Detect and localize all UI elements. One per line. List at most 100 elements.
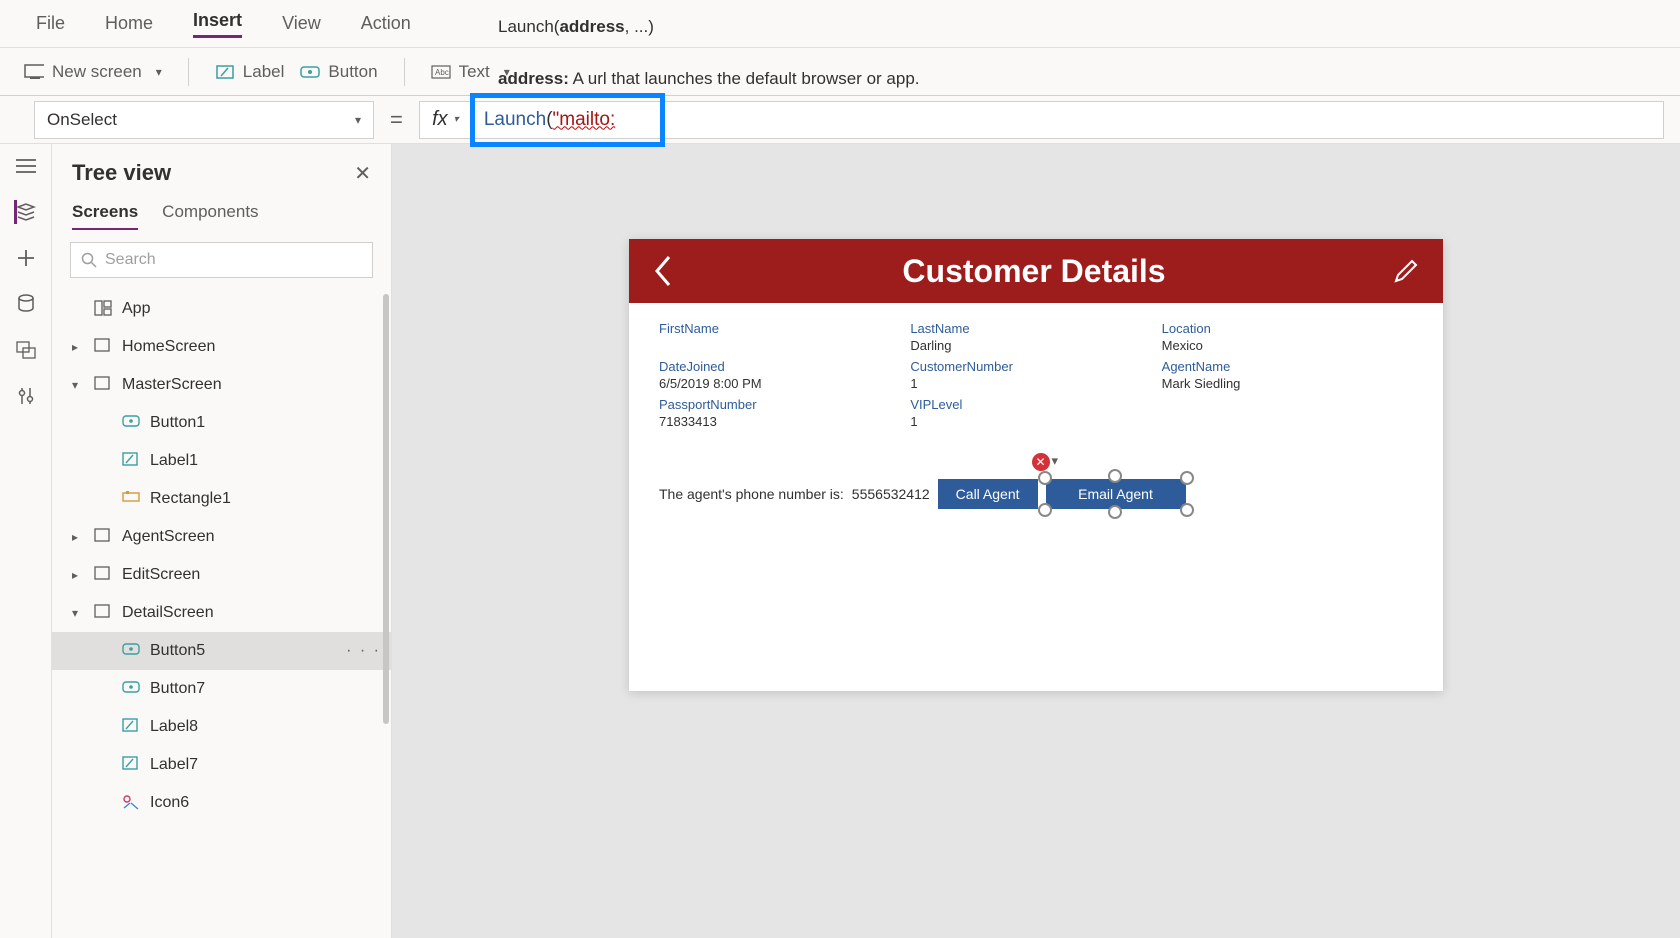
search-input[interactable]: Search [70, 242, 373, 278]
tree-item-label: Icon6 [150, 794, 189, 812]
tree-item-rectangle1[interactable]: Rectangle1 [52, 480, 391, 518]
app-title: Customer Details [902, 253, 1165, 290]
hamburger-icon[interactable] [14, 154, 38, 178]
caret-icon[interactable]: ▸ [72, 568, 84, 582]
details-form: FirstName LastNameDarling LocationMexico… [629, 303, 1443, 527]
left-rail [0, 144, 52, 938]
workspace: Tree view ✕ Screens Components Search Ap… [0, 144, 1680, 938]
separator [404, 58, 405, 86]
close-icon[interactable]: ✕ [354, 161, 371, 186]
button-icon [122, 642, 140, 660]
tree-item-label: Rectangle1 [150, 490, 231, 508]
error-badge[interactable]: ✕ [1032, 453, 1050, 471]
separator [188, 58, 189, 86]
edit-icon[interactable] [1393, 258, 1419, 284]
field-label: CustomerNumber [910, 359, 1161, 374]
rect-icon [122, 490, 140, 508]
tree-item-masterscreen[interactable]: ▾ MasterScreen [52, 366, 391, 404]
selection-handle[interactable] [1108, 469, 1122, 483]
caret-icon[interactable]: ▸ [72, 340, 84, 354]
tree-item-agentscreen[interactable]: ▸AgentScreen [52, 518, 391, 556]
field-value: 6/5/2019 8:00 PM [659, 376, 910, 391]
field-value: Darling [910, 338, 1161, 353]
tree-item-detailscreen[interactable]: ▾ DetailScreen [52, 594, 391, 632]
media-icon[interactable] [14, 338, 38, 362]
formula-input[interactable]: Launch("mailto: [471, 101, 1664, 139]
sig-suffix: , ...) [625, 17, 654, 36]
selection-handle[interactable] [1108, 505, 1122, 519]
property-dropdown[interactable]: OnSelect ▾ [34, 101, 374, 139]
insert-label-text: Label [243, 62, 285, 82]
tree-item-homescreen[interactable]: ▸HomeScreen [52, 328, 391, 366]
screen-icon [94, 376, 112, 394]
chevron-down-icon[interactable]: ▾ [1052, 453, 1059, 469]
new-screen-button[interactable]: New screen ▾ [24, 62, 162, 82]
tree-item-label8[interactable]: Label8 [52, 708, 391, 746]
screen-icon [94, 338, 112, 356]
screen-icon [94, 528, 112, 546]
selection-handle[interactable] [1180, 503, 1194, 517]
caret-icon[interactable]: ▾ [72, 606, 84, 620]
tree-view-icon[interactable] [14, 200, 38, 224]
chevron-down-icon: ▾ [355, 113, 361, 127]
fx-label: fx [432, 108, 448, 131]
label-icon [215, 64, 235, 80]
settings-icon[interactable] [14, 384, 38, 408]
formula-signature-help: Launch(address, ...) address: A url that… [498, 13, 1680, 97]
tree-item-label: DetailScreen [122, 604, 214, 622]
selection-handle[interactable] [1038, 503, 1052, 517]
menu-view[interactable]: View [282, 13, 321, 34]
search-placeholder: Search [105, 251, 156, 269]
tree-item-editscreen[interactable]: ▸ EditScreen [52, 556, 391, 594]
tree-item-label: Button5 [150, 642, 205, 660]
tree-item-label: MasterScreen [122, 376, 222, 394]
tree-item-label: EditScreen [122, 566, 200, 584]
menu-home[interactable]: Home [105, 13, 153, 34]
tree-view-panel: Tree view ✕ Screens Components Search Ap… [52, 144, 392, 938]
app-header: Customer Details [629, 239, 1443, 303]
tab-screens[interactable]: Screens [72, 202, 138, 230]
caret-icon[interactable]: ▾ [72, 378, 84, 392]
tree-item-label: Label8 [150, 718, 198, 736]
formula-token-fn: Launch [484, 109, 546, 131]
insert-label-button[interactable]: Label [215, 62, 285, 82]
menu-action[interactable]: Action [361, 13, 411, 34]
field-label: DateJoined [659, 359, 910, 374]
label-icon [122, 756, 140, 774]
data-icon[interactable] [14, 292, 38, 316]
sig-arg: address [559, 17, 624, 36]
tree-item-button1[interactable]: Button1 [52, 404, 391, 442]
svg-text:Abc: Abc [435, 68, 449, 77]
call-agent-button[interactable]: Call Agent [938, 479, 1038, 509]
back-icon[interactable] [653, 255, 675, 287]
caret-icon[interactable]: ▸ [72, 530, 84, 544]
tree-item-app[interactable]: App [52, 290, 391, 328]
sig-arg-desc: A url that launches the default browser … [573, 69, 920, 88]
tab-components[interactable]: Components [162, 202, 258, 230]
formula-token-string: mailto: [559, 109, 615, 130]
tree-item-label: Label1 [150, 452, 198, 470]
add-icon[interactable] [14, 246, 38, 270]
tree-item-button5[interactable]: Button5 · · · [52, 632, 391, 670]
chevron-down-icon: ▾ [454, 114, 459, 125]
selection-handle[interactable] [1180, 471, 1194, 485]
insert-button-button[interactable]: Button [300, 62, 377, 82]
menu-file[interactable]: File [36, 13, 65, 34]
tree-view-title: Tree view [72, 160, 171, 186]
new-screen-label: New screen [52, 62, 142, 82]
field-label: AgentName [1162, 359, 1413, 374]
formula-bar: OnSelect ▾ = fx▾ Launch("mailto: [0, 96, 1680, 144]
tree-item-button7[interactable]: Button7 [52, 670, 391, 708]
tree-item-label7[interactable]: Label7 [52, 746, 391, 784]
tree-item-label1[interactable]: Label1 [52, 442, 391, 480]
more-icon[interactable]: · · · [346, 642, 381, 660]
menu-insert[interactable]: Insert [193, 10, 242, 38]
scrollbar-thumb[interactable] [383, 294, 389, 724]
canvas[interactable]: Customer Details FirstName LastNameDarli… [392, 144, 1680, 938]
fx-button[interactable]: fx ▾ [419, 101, 471, 139]
selection-handle[interactable] [1038, 471, 1052, 485]
search-icon [81, 252, 97, 268]
tree-item-label: App [122, 300, 150, 318]
field-value: Mexico [1162, 338, 1413, 353]
tree-item-icon6[interactable]: Icon6 [52, 784, 391, 822]
